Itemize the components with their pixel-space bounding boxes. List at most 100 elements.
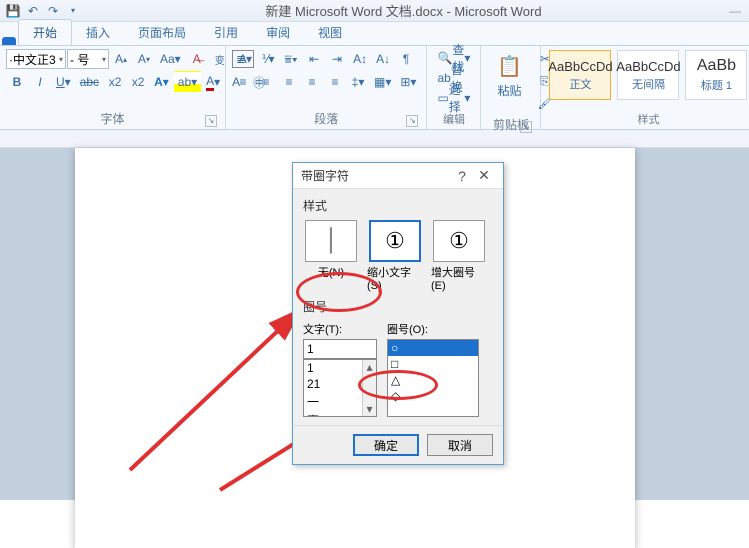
font-color-icon[interactable]: A▾ <box>202 71 224 93</box>
group-font-label: 字体↘ <box>6 108 219 129</box>
ribbon-tabs: 开始 插入 页面布局 引用 审阅 视图 <box>0 22 749 46</box>
borders-icon[interactable]: ⊞▾ <box>396 71 420 93</box>
group-font: ·中文正3▾ - 号▾ A▴ A▾ Aa▾ A̶ 变 A B I U▾ abc … <box>0 46 226 129</box>
tab-references[interactable]: 引用 <box>200 20 252 45</box>
paste-icon: 📋 <box>493 50 525 82</box>
font-family-combo[interactable]: ·中文正3▾ <box>6 49 66 69</box>
dialog-title: 带圈字符 <box>301 167 349 184</box>
underline-icon[interactable]: U▾ <box>52 71 75 93</box>
save-icon[interactable]: 💾 <box>4 2 22 20</box>
dialog-titlebar: 带圈字符 ? ✕ <box>293 163 503 189</box>
font-family-value: ·中文正3 <box>9 51 56 68</box>
indent-dec-icon[interactable]: ⇤ <box>303 48 325 70</box>
style-label: 正文 <box>569 76 591 92</box>
ring-list[interactable]: ○ □ △ ◇ <box>387 339 479 417</box>
group-edit-label: 编辑 <box>433 109 474 129</box>
file-tab[interactable] <box>2 37 16 45</box>
style-preview: AaBbCcDd <box>616 59 680 74</box>
bold-icon[interactable]: B <box>6 71 28 93</box>
ruler <box>0 130 749 148</box>
title-bar: 💾 ↶ ↷ ▾ 新建 Microsoft Word 文档.docx - Micr… <box>0 0 749 22</box>
group-clipboard: 📋 粘贴 ✂ ⎘ 🖌 剪贴板↘ <box>481 46 541 129</box>
undo-icon[interactable]: ↶ <box>24 2 42 20</box>
superscript-icon[interactable]: x2 <box>127 71 149 93</box>
show-marks-icon[interactable]: ¶ <box>395 48 417 70</box>
justify-icon[interactable]: ≡ <box>301 71 323 93</box>
font-launcher-icon[interactable]: ↘ <box>205 115 217 127</box>
font-size-combo[interactable]: - 号▾ <box>67 49 109 69</box>
style-preview: AaBbCcDd <box>548 59 612 74</box>
minimize-button[interactable]: — <box>725 4 745 18</box>
group-editing: 🔍查找▾ ab替换 ▭选择▾ 编辑 <box>427 46 481 129</box>
option-none-label: 无(N) <box>318 264 344 280</box>
paste-button[interactable]: 📋 粘贴 <box>487 48 531 101</box>
tab-layout[interactable]: 页面布局 <box>124 20 200 45</box>
group-clip-label: 剪贴板↘ <box>487 114 534 135</box>
subscript-icon[interactable]: x2 <box>104 71 126 93</box>
style-option-none[interactable]: ⎮ 无(N) <box>303 220 359 292</box>
align-center-icon[interactable]: ≡ <box>255 71 277 93</box>
cancel-button[interactable]: 取消 <box>427 434 493 456</box>
enclose-char-dialog: 带圈字符 ? ✕ 样式 ⎮ 无(N) ① 缩小文字(S) ① 增大圈号(E) 圈… <box>292 162 504 465</box>
scrollbar[interactable]: ▴▾ <box>362 360 376 416</box>
group-styles: AaBbCcDd 正文 AaBbCcDd 无间隔 AaBb 标题 1 样式 <box>541 46 749 129</box>
list-item[interactable]: ◇ <box>388 388 478 404</box>
section-number-label: 圈号 <box>303 298 493 315</box>
list-item[interactable]: □ <box>388 356 478 372</box>
redo-icon[interactable]: ↷ <box>44 2 62 20</box>
ring-field-label: 圈号(O): <box>387 321 479 337</box>
tab-insert[interactable]: 插入 <box>72 20 124 45</box>
style-option-enlarge[interactable]: ① 增大圈号(E) <box>431 220 487 292</box>
bullets-icon[interactable]: ≣▾ <box>232 48 256 70</box>
style-heading1[interactable]: AaBb 标题 1 <box>685 50 747 100</box>
style-label: 标题 1 <box>701 77 732 93</box>
ribbon: ·中文正3▾ - 号▾ A▴ A▾ Aa▾ A̶ 变 A B I U▾ abc … <box>0 46 749 130</box>
style-normal[interactable]: AaBbCcDd 正文 <box>549 50 611 100</box>
qat-more-icon[interactable]: ▾ <box>64 2 82 20</box>
multilevel-icon[interactable]: ⩸▾ <box>280 48 302 70</box>
text-input[interactable] <box>303 339 377 359</box>
clear-format-icon[interactable]: A̶ <box>186 48 208 70</box>
window-title: 新建 Microsoft Word 文档.docx - Microsoft Wo… <box>82 1 725 20</box>
text-field-label: 文字(T): <box>303 321 377 337</box>
group-styles-label: 样式 <box>547 109 749 129</box>
section-style-label: 样式 <box>303 197 493 214</box>
group-para-label: 段落↘ <box>232 108 420 129</box>
text-effect-icon[interactable]: A▾ <box>150 71 173 93</box>
help-button[interactable]: ? <box>451 168 473 184</box>
shrink-font-icon[interactable]: A▾ <box>133 48 155 70</box>
italic-icon[interactable]: I <box>29 71 51 93</box>
numbering-icon[interactable]: ⅟▾ <box>257 48 279 70</box>
ok-button[interactable]: 确定 <box>353 434 419 456</box>
tab-review[interactable]: 审阅 <box>252 20 304 45</box>
distribute-icon[interactable]: ≡ <box>324 71 346 93</box>
change-case-icon[interactable]: Aa▾ <box>156 48 185 70</box>
option-shrink-label: 缩小文字(S) <box>367 264 423 292</box>
style-preview: AaBb <box>697 57 736 75</box>
close-button[interactable]: ✕ <box>473 167 495 184</box>
line-spacing-icon[interactable]: ‡▾ <box>347 71 369 93</box>
strike-icon[interactable]: abc <box>76 71 103 93</box>
font-size-value: - 号 <box>70 51 89 68</box>
tab-view[interactable]: 视图 <box>304 20 356 45</box>
style-nospace[interactable]: AaBbCcDd 无间隔 <box>617 50 679 100</box>
clip-launcher-icon[interactable]: ↘ <box>520 121 532 133</box>
group-paragraph: ≣▾ ⅟▾ ⩸▾ ⇤ ⇥ A↕ A↓ ¶ ≡ ≡ ≡ ≡ ≡ ‡▾ ▦▾ ⊞▾ … <box>226 46 427 129</box>
option-enlarge-label: 增大圈号(E) <box>431 264 487 292</box>
list-item[interactable]: ○ <box>388 340 478 356</box>
text-dir-icon[interactable]: A↕ <box>349 48 371 70</box>
shading-icon[interactable]: ▦▾ <box>370 71 395 93</box>
highlight-icon[interactable]: ab▾ <box>174 71 201 93</box>
style-option-shrink[interactable]: ① 缩小文字(S) <box>367 220 423 292</box>
align-left-icon[interactable]: ≡ <box>232 71 254 93</box>
tab-home[interactable]: 开始 <box>18 19 72 45</box>
indent-inc-icon[interactable]: ⇥ <box>326 48 348 70</box>
grow-font-icon[interactable]: A▴ <box>110 48 132 70</box>
para-launcher-icon[interactable]: ↘ <box>406 115 418 127</box>
align-right-icon[interactable]: ≡ <box>278 71 300 93</box>
text-list[interactable]: 1 21 一 壹 ▴▾ <box>303 359 377 417</box>
list-item[interactable]: △ <box>388 372 478 388</box>
select-button[interactable]: ▭选择▾ <box>433 88 474 108</box>
sort-icon[interactable]: A↓ <box>372 48 394 70</box>
style-label: 无间隔 <box>632 76 665 92</box>
